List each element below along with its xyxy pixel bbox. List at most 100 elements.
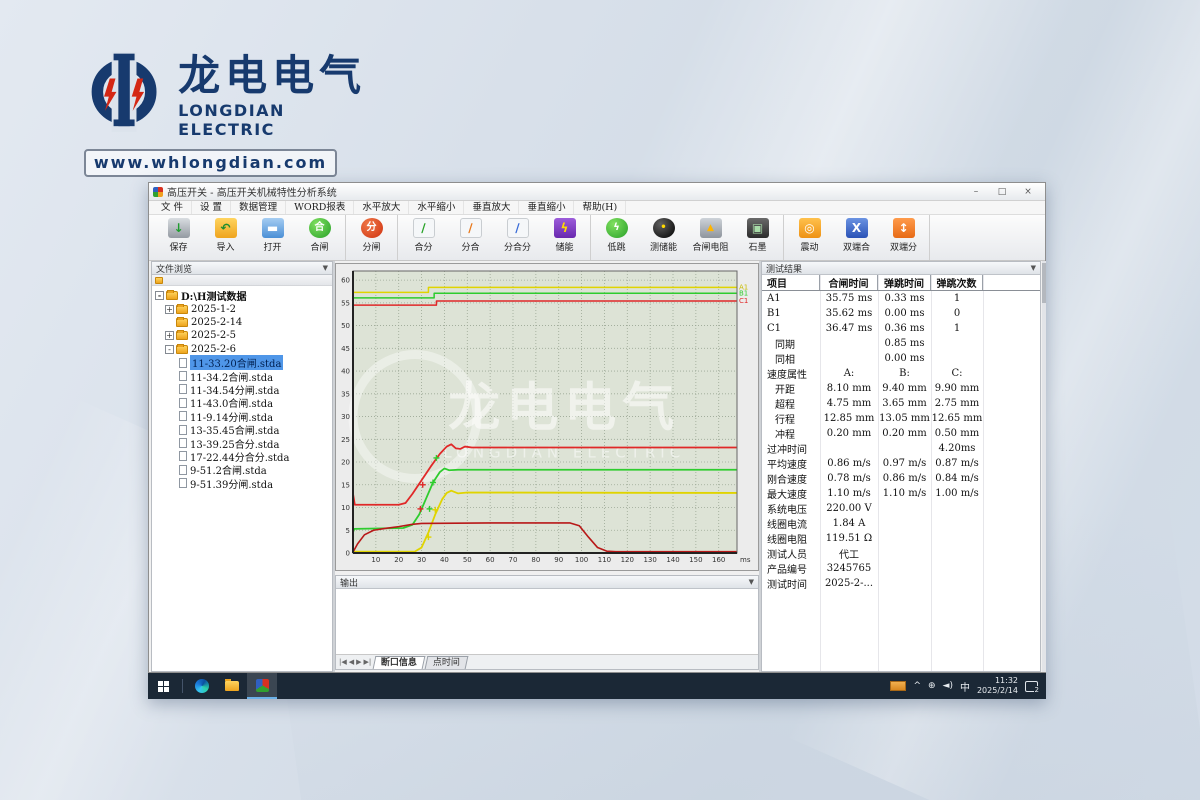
tree-expander[interactable]: + (165, 305, 174, 314)
menu-item-8[interactable]: 帮助(H) (574, 201, 626, 214)
active-app-button[interactable] (247, 673, 277, 699)
toolbar-group: ↓保存↶导入 ▬ 打开 合合闸 (153, 215, 346, 260)
menu-item-2[interactable]: 数据管理 (231, 201, 286, 214)
toolbar-button-label: 测储能 (650, 240, 677, 253)
tab-nav-arrow[interactable]: ▶ (356, 658, 361, 666)
row-value: 0.78 m/s (820, 473, 878, 484)
menu-item-1[interactable]: 设 置 (192, 201, 231, 214)
tree-file[interactable]: 9-51.2合闸.stda (155, 463, 332, 476)
tab-inactive[interactable]: 点时间 (425, 656, 469, 669)
graphite-icon: ▣ (747, 218, 769, 238)
table-row: 线圈电流1.84 A (762, 516, 1040, 531)
toolbar-button-label: 低跳 (607, 240, 625, 253)
tree-file[interactable]: 13-35.45合闸.stda (155, 423, 332, 436)
network-icon[interactable]: ⊕ (928, 681, 936, 691)
tree-expander[interactable]: - (165, 345, 174, 354)
toolbar-button-vibration[interactable]: ◎震动 (786, 215, 833, 260)
toolbar-button-import[interactable]: ↶导入 (202, 215, 249, 260)
toolbar-group: ϟ低跳•测储能 ▲ 合闸电阻 ▣石墨 (591, 215, 784, 260)
menu-item-3[interactable]: WORD报表 (286, 201, 354, 214)
tray-app-icon[interactable] (890, 681, 906, 691)
menu-item-0[interactable]: 文 件 (153, 201, 192, 214)
tree-expander[interactable]: + (165, 331, 174, 340)
clock-date: 2025/2/14 (977, 686, 1018, 695)
file-browser-title: 文件浏览 (156, 262, 192, 275)
toolbar-button-measure-energy[interactable]: •测储能 (640, 215, 687, 260)
menu-item-6[interactable]: 垂直放大 (464, 201, 519, 214)
minimize-button[interactable]: – (963, 185, 989, 199)
row-value: 4.20ms (931, 443, 983, 454)
tree-file[interactable]: 11-9.14分闸.stda (155, 410, 332, 423)
menu-item-4[interactable]: 水平放大 (354, 201, 409, 214)
speaker-icon[interactable]: ◄) (943, 681, 953, 691)
toolbar-button-label: 合闸 (310, 240, 328, 253)
toolbar-button-co[interactable]: ∕合分 (400, 215, 447, 260)
tab-active[interactable]: 断口信息 (373, 656, 426, 669)
tree-folder[interactable]: +2025-2-14 (155, 316, 332, 329)
tree-folder[interactable]: +2025-1-2 (155, 302, 332, 315)
folder-mini-icon[interactable] (155, 277, 163, 284)
resistance-icon: ▲ (700, 218, 722, 238)
toolbar-button-energy[interactable]: ϟ储能 (541, 215, 588, 260)
menu-item-5[interactable]: 水平缩小 (409, 201, 464, 214)
toolbar-button-lowtrip[interactable]: ϟ低跳 (593, 215, 640, 260)
svg-text:0: 0 (346, 550, 350, 558)
toolbar-button-close-op[interactable]: 合合闸 (296, 215, 343, 260)
tree-root[interactable]: -D:\H测试数据 (155, 289, 332, 302)
taskbar-clock[interactable]: 11:32 2025/2/14 (977, 676, 1018, 696)
tree-file[interactable]: 9-51.39分闸.stda (155, 476, 332, 489)
toolbar-button-both-close[interactable]: X 双端合 (833, 215, 880, 260)
toolbar-button-coc[interactable]: ∕分合分 (494, 215, 541, 260)
tree-expander[interactable]: - (155, 291, 164, 300)
open-icon: ▬ (262, 218, 284, 238)
table-row: 线圈电阻119.51 Ω (762, 531, 1040, 546)
output-textarea[interactable] (336, 589, 758, 656)
svg-text:80: 80 (531, 556, 540, 564)
tree-file[interactable]: 11-43.0合闸.stda (155, 396, 332, 409)
menu-item-7[interactable]: 垂直缩小 (519, 201, 574, 214)
tree-file[interactable]: 11-33.20合闸.stda (155, 356, 332, 369)
toolbar-button-graphite[interactable]: ▣石墨 (734, 215, 781, 260)
tab-nav-arrow[interactable]: ▶| (364, 658, 372, 666)
tree-file[interactable]: 11-34.54分闸.stda (155, 383, 332, 396)
analysis-app-icon (256, 679, 269, 692)
tray-chevron-icon[interactable]: ^ (913, 681, 921, 691)
open-op-icon: 分 (361, 218, 383, 238)
toolbar-button-save[interactable]: ↓保存 (155, 215, 202, 260)
tree-file[interactable]: 13-39.25合分.stda (155, 436, 332, 449)
both-close-icon: X (846, 218, 868, 238)
toolbar-button-label: 导入 (216, 240, 234, 253)
tree-folder[interactable]: +2025-2-5 (155, 329, 332, 342)
row-value: 0.50 mm (931, 428, 983, 439)
document-icon (179, 478, 187, 488)
table-row: 行程12.85 mm13.05 mm12.65 mm (762, 411, 1040, 426)
collapse-panel-icon[interactable]: ▼ (323, 264, 328, 272)
toolbar-button-label: 双端合 (843, 240, 870, 253)
toolbar-button-open[interactable]: ▬ 打开 (249, 215, 296, 260)
toolbar-button-label: 打开 (263, 240, 281, 253)
folder-icon (166, 291, 178, 300)
notification-center-button[interactable]: 2 (1025, 681, 1038, 692)
tree-folder[interactable]: -2025-2-6 (155, 343, 332, 356)
maximize-button[interactable]: □ (989, 185, 1015, 199)
edge-browser-button[interactable] (187, 673, 217, 699)
waveform-chart: 龙电电气LONGDIAN ELECTRIC0510152025303540455… (335, 263, 759, 571)
toolbar-button-both-open[interactable]: ↕双端分 (880, 215, 927, 260)
results-scrollbar[interactable] (1042, 261, 1046, 672)
tree-file[interactable]: 11-34.2合闸.stda (155, 369, 332, 382)
toolbar-button-resistance[interactable]: ▲ 合闸电阻 (687, 215, 734, 260)
input-method-indicator[interactable]: 中 (960, 679, 970, 694)
row-value: 3245765 (820, 563, 878, 574)
toolbar-button-oc[interactable]: ∕分合 (447, 215, 494, 260)
start-button[interactable] (148, 673, 178, 699)
close-button[interactable]: × (1015, 185, 1041, 199)
document-icon (179, 384, 187, 394)
collapse-output-icon[interactable]: ▼ (749, 578, 754, 586)
tab-nav-arrow[interactable]: |◀ (339, 658, 347, 666)
toolbar-button-label: 合闸电阻 (692, 240, 728, 253)
file-explorer-button[interactable] (217, 673, 247, 699)
tree-file[interactable]: 17-22.44分合分.stda (155, 450, 332, 463)
tab-nav-arrow[interactable]: ◀ (349, 658, 354, 666)
collapse-results-icon[interactable]: ▼ (1031, 264, 1036, 272)
toolbar-button-open-op[interactable]: 分分闸 (348, 215, 395, 260)
